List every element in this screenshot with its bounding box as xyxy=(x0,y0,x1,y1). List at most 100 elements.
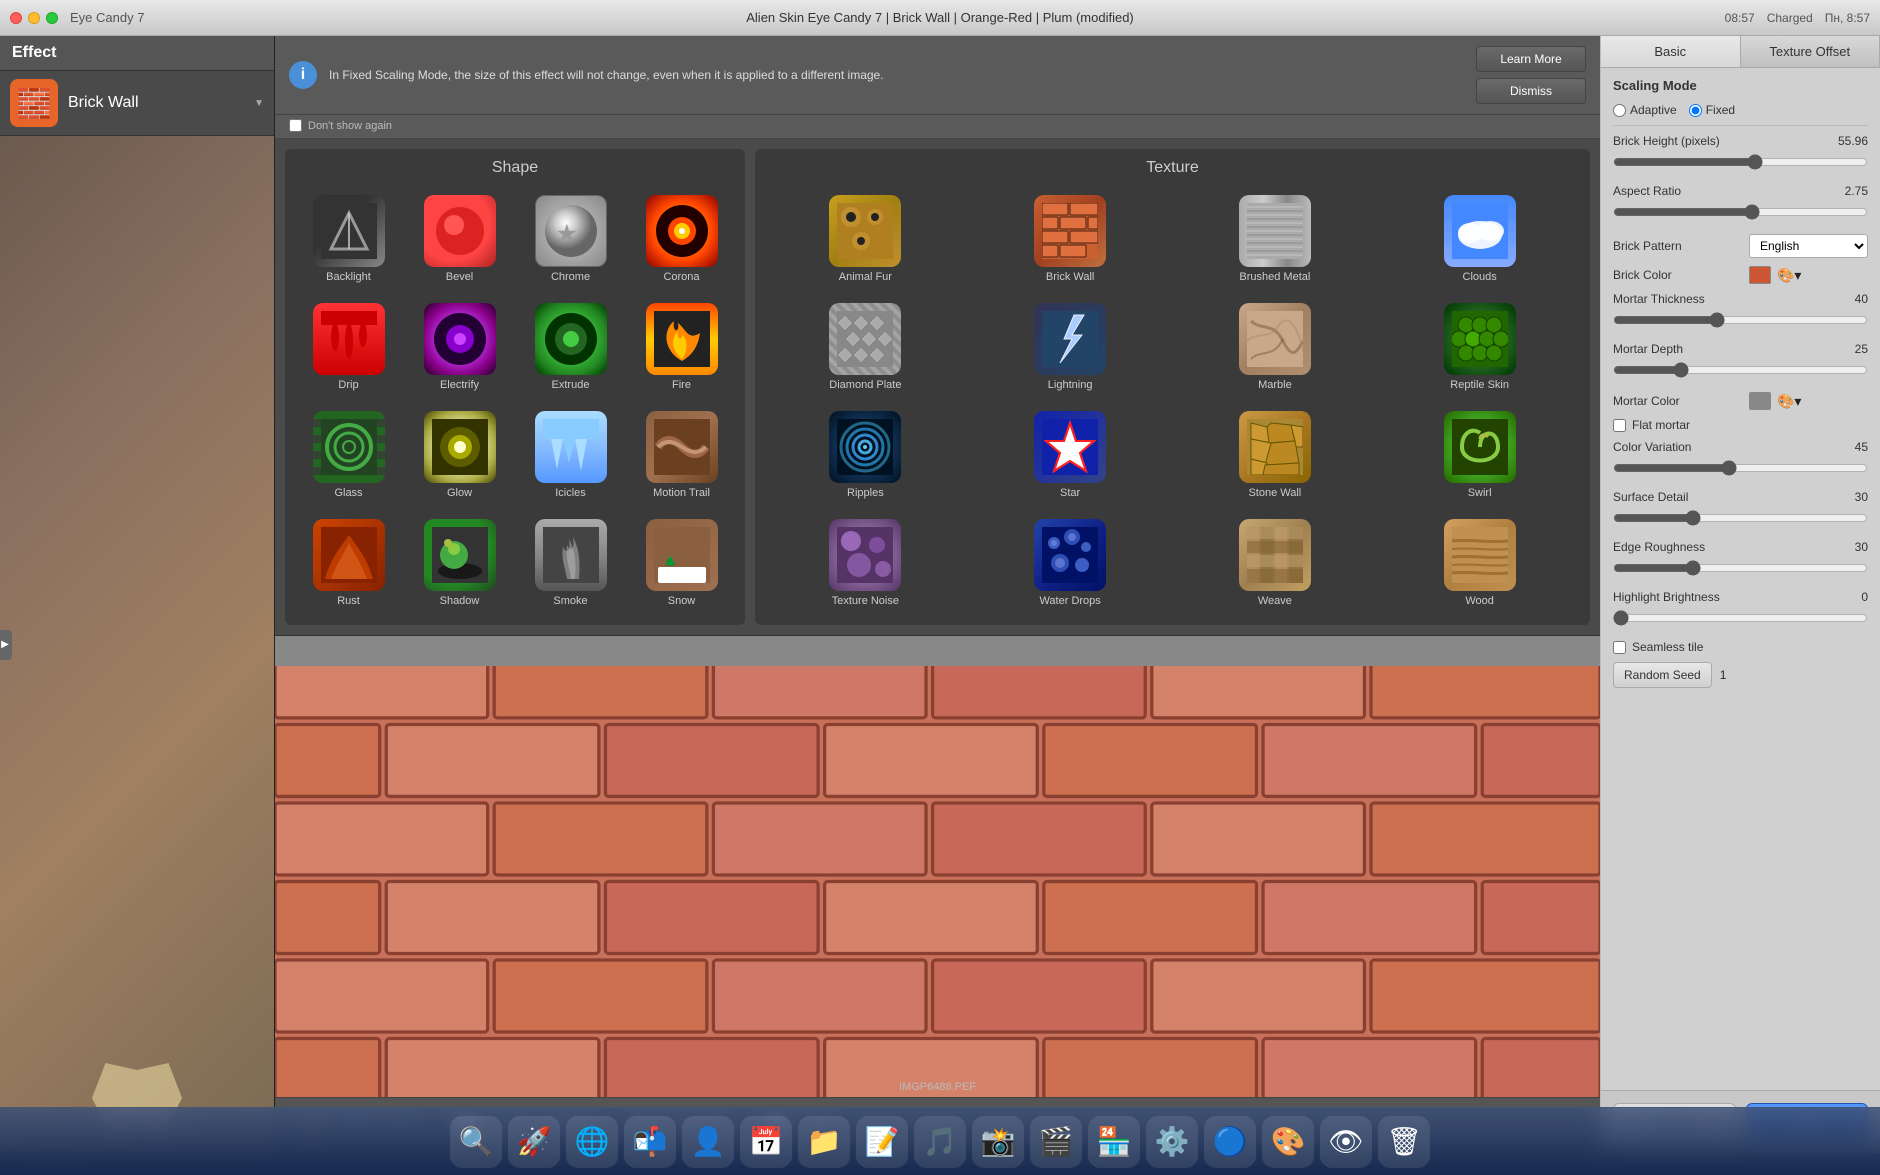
effect-selector[interactable]: 🧱 Brick Wall ▼ xyxy=(0,71,274,136)
app-window: Effect 🧱 Brick Wall ▼ ▶ i In Fixed Scali… xyxy=(0,36,1880,1153)
surface-detail-value: 30 xyxy=(1830,490,1868,504)
effect-electrify[interactable]: Electrify xyxy=(406,295,513,399)
tab-basic[interactable]: Basic xyxy=(1601,36,1741,67)
effect-animal-fur[interactable]: Animal Fur xyxy=(765,187,966,291)
edge-roughness-slider[interactable] xyxy=(1613,560,1868,576)
effect-extrude[interactable]: Extrude xyxy=(517,295,624,399)
dock-finder[interactable]: 🔍 xyxy=(450,1116,502,1168)
effect-texture-noise[interactable]: Texture Noise xyxy=(765,511,966,615)
dock-safari[interactable]: 🌐 xyxy=(566,1116,618,1168)
dock-trash[interactable]: 🗑 xyxy=(1378,1116,1430,1168)
dock-photos[interactable]: 📸 xyxy=(972,1116,1024,1168)
adaptive-radio[interactable] xyxy=(1613,104,1626,117)
mortar-thickness-slider[interactable] xyxy=(1613,312,1868,328)
maximize-button[interactable] xyxy=(46,12,58,24)
effect-fire[interactable]: Fire xyxy=(628,295,735,399)
chrome-label: Chrome xyxy=(551,271,590,283)
close-button[interactable] xyxy=(10,12,22,24)
dock-mail[interactable]: 📬 xyxy=(624,1116,676,1168)
effect-marble[interactable]: Marble xyxy=(1175,295,1376,399)
flat-mortar-checkbox[interactable] xyxy=(1613,419,1626,432)
effect-name: Brick Wall xyxy=(68,94,244,112)
date-time: Пн, 8:57 xyxy=(1825,11,1870,25)
effect-water-drops[interactable]: Water Drops xyxy=(970,511,1171,615)
star-label: Star xyxy=(1060,487,1080,499)
seamless-tile-checkbox[interactable] xyxy=(1613,641,1626,654)
minimize-button[interactable] xyxy=(28,12,40,24)
dock-notes[interactable]: 📝 xyxy=(856,1116,908,1168)
brick-pattern-select[interactable]: English Flemish Running Stack xyxy=(1749,234,1868,258)
backlight-icon xyxy=(313,195,385,267)
effect-brushed-metal[interactable]: Brushed Metal xyxy=(1175,187,1376,291)
effect-glow[interactable]: Glow xyxy=(406,403,513,507)
color-variation-slider[interactable] xyxy=(1613,460,1868,476)
color-variation-param: Color Variation 45 xyxy=(1613,440,1868,480)
effect-smoke[interactable]: Smoke xyxy=(517,511,624,615)
texture-grid: Animal Fur xyxy=(765,187,1580,615)
expand-sidebar-button[interactable]: ▶ xyxy=(0,630,12,660)
aspect-ratio-param: Aspect Ratio 2.75 xyxy=(1613,184,1868,224)
effect-glass[interactable]: Glass xyxy=(295,403,402,507)
highlight-brightness-label: Highlight Brightness xyxy=(1613,590,1743,604)
dismiss-button[interactable]: Dismiss xyxy=(1476,78,1586,104)
star-icon xyxy=(1034,411,1106,483)
fixed-radio-option[interactable]: Fixed xyxy=(1689,103,1735,117)
app-name: Eye Candy 7 xyxy=(70,10,144,25)
dock-photoshop[interactable]: 🎨 xyxy=(1262,1116,1314,1168)
dock-music[interactable]: 🎵 xyxy=(914,1116,966,1168)
effect-motion-trail[interactable]: Motion Trail xyxy=(628,403,735,507)
brick-height-label-row: Brick Height (pixels) 55.96 xyxy=(1613,134,1868,148)
mortar-color-picker-icon[interactable]: 🎨▾ xyxy=(1777,393,1801,410)
dock-chrome[interactable]: 🔵 xyxy=(1204,1116,1256,1168)
info-buttons: Learn More Dismiss xyxy=(1476,46,1586,104)
dock-contacts[interactable]: 👤 xyxy=(682,1116,734,1168)
battery-status: Charged xyxy=(1767,11,1813,25)
adaptive-radio-option[interactable]: Adaptive xyxy=(1613,103,1677,117)
dock-launchpad[interactable]: 🚀 xyxy=(508,1116,560,1168)
effect-rust[interactable]: Rust xyxy=(295,511,402,615)
effect-clouds[interactable]: Clouds xyxy=(1379,187,1580,291)
effect-reptile-skin[interactable]: Reptile Skin xyxy=(1379,295,1580,399)
effect-wood[interactable]: Wood xyxy=(1379,511,1580,615)
effect-weave[interactable]: Weave xyxy=(1175,511,1376,615)
effect-brick-wall-texture[interactable]: Brick Wall xyxy=(970,187,1171,291)
effect-drip[interactable]: Drip xyxy=(295,295,402,399)
brick-color-picker-icon[interactable]: 🎨▾ xyxy=(1777,267,1801,284)
extrude-icon xyxy=(535,303,607,375)
dock-eye-candy[interactable]: 👁 xyxy=(1320,1116,1372,1168)
effect-icicles[interactable]: Icicles xyxy=(517,403,624,507)
random-seed-button[interactable]: Random Seed xyxy=(1613,662,1712,688)
dont-show-checkbox[interactable] xyxy=(289,119,302,132)
dock-systemprefs[interactable]: ⚙️ xyxy=(1146,1116,1198,1168)
texture-section: Texture Animal Fur xyxy=(755,149,1590,625)
dock-finder2[interactable]: 📁 xyxy=(798,1116,850,1168)
aspect-ratio-slider[interactable] xyxy=(1613,204,1868,220)
right-panel: Basic Texture Offset Scaling Mode Adapti… xyxy=(1600,36,1880,1153)
mortar-depth-slider[interactable] xyxy=(1613,362,1868,378)
effect-stone-wall[interactable]: Stone Wall xyxy=(1175,403,1376,507)
dock-calendar[interactable]: 📅 xyxy=(740,1116,792,1168)
dock-imovie[interactable]: 🎬 xyxy=(1030,1116,1082,1168)
tab-texture-offset[interactable]: Texture Offset xyxy=(1741,36,1880,67)
chevron-down-icon: ▼ xyxy=(254,98,264,109)
effect-lightning[interactable]: Lightning xyxy=(970,295,1171,399)
effect-bevel[interactable]: Bevel xyxy=(406,187,513,291)
learn-more-button[interactable]: Learn More xyxy=(1476,46,1586,72)
fixed-radio[interactable] xyxy=(1689,104,1702,117)
effect-diamond-plate[interactable]: Diamond Plate xyxy=(765,295,966,399)
surface-detail-slider[interactable] xyxy=(1613,510,1868,526)
effect-corona[interactable]: Corona xyxy=(628,187,735,291)
brick-height-slider[interactable] xyxy=(1613,154,1868,170)
effect-chrome[interactable]: ★ Chrome xyxy=(517,187,624,291)
effect-star[interactable]: Star xyxy=(970,403,1171,507)
effect-shadow[interactable]: Shadow xyxy=(406,511,513,615)
brick-color-swatch[interactable] xyxy=(1749,266,1771,284)
effect-swirl[interactable]: Swirl xyxy=(1379,403,1580,507)
color-variation-value: 45 xyxy=(1830,440,1868,454)
effect-snow[interactable]: 🌲 Snow xyxy=(628,511,735,615)
mortar-color-swatch[interactable] xyxy=(1749,392,1771,410)
highlight-brightness-slider[interactable] xyxy=(1613,610,1868,626)
effect-backlight[interactable]: Backlight xyxy=(295,187,402,291)
effect-ripples[interactable]: Ripples xyxy=(765,403,966,507)
dock-appstore[interactable]: 🏪 xyxy=(1088,1116,1140,1168)
